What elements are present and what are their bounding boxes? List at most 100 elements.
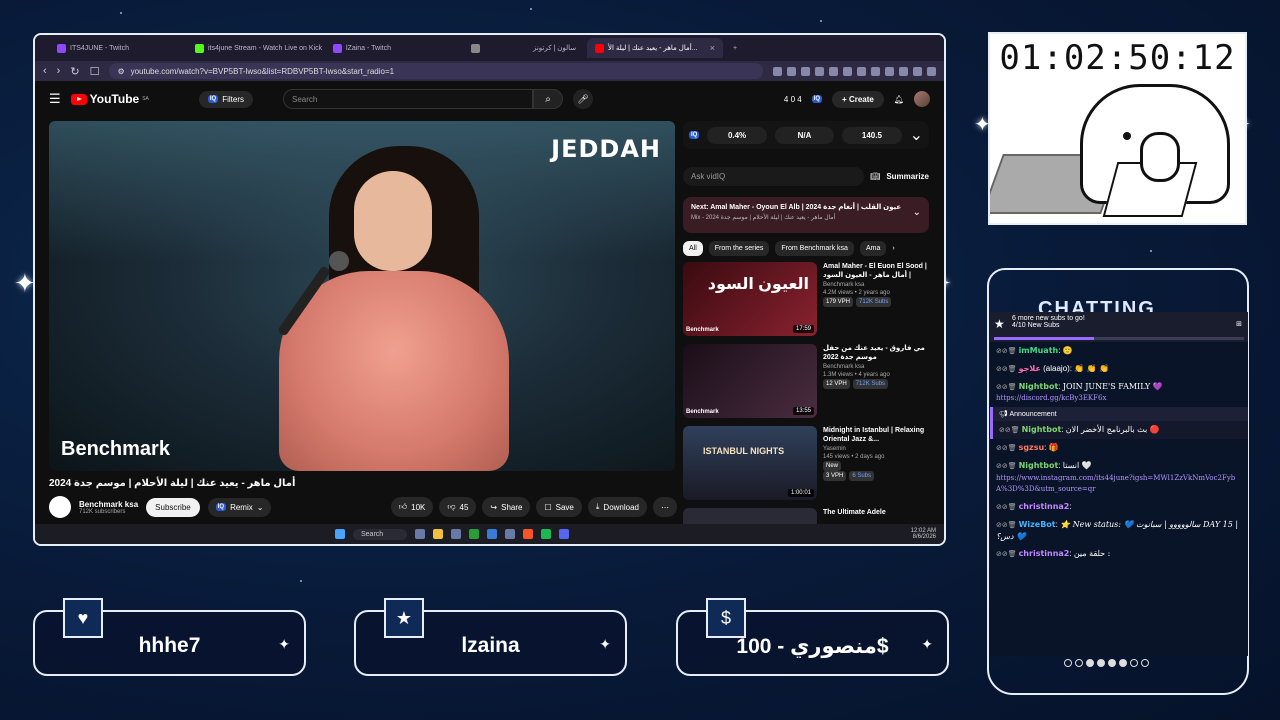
- edge-icon[interactable]: [487, 529, 498, 539]
- channel-name[interactable]: Benchmark ksa: [79, 500, 138, 509]
- site-info-icon[interactable]: ⚙: [117, 67, 124, 76]
- menu-icon[interactable]: ☰: [49, 91, 61, 107]
- taskbar-search[interactable]: Search: [353, 528, 408, 540]
- discord-icon[interactable]: [559, 529, 570, 539]
- extension-icon[interactable]: [899, 66, 908, 76]
- vidiq-stat[interactable]: 140.5: [842, 126, 902, 144]
- browser-tab[interactable]: [463, 38, 523, 58]
- summarize-button[interactable]: Summarize: [886, 172, 929, 181]
- video-title[interactable]: مي فاروق - يعيد عنك من حفل موسم جدة 2022: [823, 344, 929, 363]
- chat-username[interactable]: sgzsu: [1019, 443, 1045, 452]
- brave-icon[interactable]: [523, 529, 534, 539]
- search-button[interactable]: ⌕: [533, 89, 563, 109]
- start-icon[interactable]: [335, 529, 345, 539]
- extension-icon[interactable]: [829, 66, 838, 76]
- taskbar-app-icon[interactable]: [505, 529, 516, 539]
- search-input[interactable]: Search: [283, 89, 533, 109]
- voice-search-button[interactable]: 🎤︎: [573, 89, 593, 109]
- extension-icon[interactable]: [871, 66, 880, 76]
- close-tab-icon[interactable]: ×: [710, 43, 715, 53]
- grid-icon[interactable]: ⊞: [1236, 320, 1242, 328]
- related-video[interactable]: Benchmark 13:55 مي فاروق - يعيد عنك من ح…: [683, 344, 929, 418]
- create-button[interactable]: + Create: [832, 90, 884, 108]
- related-video[interactable]: العيون السود Benchmark 17:59 Amal Maher …: [683, 262, 929, 336]
- video-channel[interactable]: Benchmark ksa: [823, 281, 929, 289]
- back-icon[interactable]: ‹: [43, 65, 47, 77]
- chat-link[interactable]: https://discord.gg/kcBy3EKF6x: [996, 394, 1106, 402]
- channel-avatar[interactable]: [49, 496, 71, 518]
- pager-dot[interactable]: [1141, 659, 1149, 667]
- extension-icon[interactable]: [787, 66, 796, 76]
- video-thumbnail[interactable]: Benchmark 13:55: [683, 344, 817, 418]
- chevron-down-icon[interactable]: ⌄: [910, 125, 923, 145]
- video-title[interactable]: Amal Maher - El Euon El Sood | أمال ماهر…: [823, 262, 929, 281]
- pager-dot[interactable]: [1130, 659, 1138, 667]
- vidiq-icon[interactable]: IQ: [689, 131, 700, 139]
- next-up-card[interactable]: Next: Amal Maher - Oyoun El Alb | عيون ا…: [683, 197, 929, 233]
- chat-username[interactable]: christinna2: [1019, 549, 1070, 558]
- extension-icon[interactable]: [843, 66, 852, 76]
- remix-button[interactable]: IQ Remix ⌄: [207, 497, 272, 517]
- video-thumbnail[interactable]: العيون السود Benchmark 17:59: [683, 262, 817, 336]
- extension-icon[interactable]: [773, 66, 782, 76]
- pager-dot[interactable]: [1075, 659, 1083, 667]
- forward-icon[interactable]: ›: [57, 65, 61, 77]
- new-tab-button[interactable]: +: [725, 38, 745, 58]
- download-button[interactable]: ⤓ Download: [587, 497, 647, 517]
- menu-icon[interactable]: [927, 66, 936, 76]
- chat-link[interactable]: https://www.instagram.com/its44june?igsh…: [996, 474, 1235, 494]
- chat-username[interactable]: Nightbot: [1022, 425, 1062, 434]
- avatar[interactable]: [914, 91, 930, 107]
- browser-tab[interactable]: ITS4JUNE - Twitch: [49, 38, 185, 58]
- chat-username[interactable]: WizeBot: [1019, 520, 1056, 529]
- more-actions-button[interactable]: ⋯: [653, 497, 677, 517]
- chat-username[interactable]: Nightbot: [1019, 382, 1059, 391]
- youtube-logo[interactable]: YouTube SA: [70, 92, 149, 106]
- ask-vidiq-input[interactable]: Ask vidIQ: [683, 167, 865, 186]
- extension-icon[interactable]: [885, 66, 894, 76]
- pager-dot[interactable]: [1119, 659, 1127, 667]
- dislike-button[interactable]: 👎︎ 45: [439, 497, 477, 517]
- chat-username[interactable]: imMuath: [1019, 346, 1059, 355]
- related-video[interactable]: ISTANBUL NIGHTS 1:00:01 Midnight in Ista…: [683, 426, 929, 500]
- save-button[interactable]: ☐ Save: [536, 497, 582, 517]
- video-title[interactable]: Midnight in Istanbul | Relaxing Oriental…: [823, 426, 929, 445]
- extension-icon[interactable]: [913, 66, 922, 76]
- browser-tab[interactable]: lZaina - Twitch: [325, 38, 461, 58]
- vidiq-icon[interactable]: IQ: [811, 95, 823, 103]
- video-player[interactable]: JEDDAH Benchmark: [49, 121, 675, 471]
- bell-icon[interactable]: 🔔︎: [894, 95, 904, 104]
- browser-tab[interactable]: سالون | كرتونز: [525, 38, 585, 58]
- browser-tab-active[interactable]: أمال ماهر - يعيد عنك | ليلة الأ... ×: [587, 38, 723, 58]
- extension-icon[interactable]: [801, 66, 810, 76]
- vidiq-stat[interactable]: N/A: [774, 126, 835, 144]
- like-button[interactable]: 👍︎ 10K: [390, 497, 434, 517]
- pager-dot[interactable]: [1108, 659, 1116, 667]
- vidiq-stat[interactable]: 0.4%: [707, 126, 767, 144]
- chevron-down-icon[interactable]: ⌄: [913, 207, 921, 218]
- chat-username[interactable]: Nightbot: [1019, 461, 1059, 470]
- chip-more[interactable]: Ama: [859, 241, 887, 256]
- extension-icon[interactable]: [857, 66, 866, 76]
- xbox-icon[interactable]: [469, 529, 480, 539]
- spotify-icon[interactable]: [541, 529, 552, 539]
- share-button[interactable]: ↪ Share: [482, 497, 531, 517]
- pager-dot[interactable]: [1086, 659, 1094, 667]
- filters-button[interactable]: IQ Filters: [198, 90, 253, 108]
- extension-icon[interactable]: [815, 66, 824, 76]
- pager-dot[interactable]: [1097, 659, 1105, 667]
- chip-series[interactable]: From the series: [708, 241, 770, 256]
- subscribe-button[interactable]: Subscribe: [146, 497, 200, 517]
- chat-username[interactable]: christinna2: [1019, 502, 1070, 511]
- video-title[interactable]: The Ultimate Adele: [823, 508, 929, 517]
- reload-icon[interactable]: ↻: [70, 65, 79, 78]
- chip-channel[interactable]: From Benchmark ksa: [775, 241, 854, 256]
- chat-username[interactable]: علاجو: [1019, 364, 1041, 373]
- folder-icon[interactable]: [433, 529, 444, 539]
- video-thumbnail[interactable]: ISTANBUL NIGHTS 1:00:01: [683, 426, 817, 500]
- bookmark-icon[interactable]: ☐: [90, 65, 100, 78]
- url-field[interactable]: ⚙ youtube.com/watch?v=BVP5BT-lwso&list=R…: [109, 63, 763, 79]
- chevron-right-icon[interactable]: ›: [892, 245, 894, 252]
- pager-dot[interactable]: [1064, 659, 1072, 667]
- chip-all[interactable]: All: [683, 241, 703, 256]
